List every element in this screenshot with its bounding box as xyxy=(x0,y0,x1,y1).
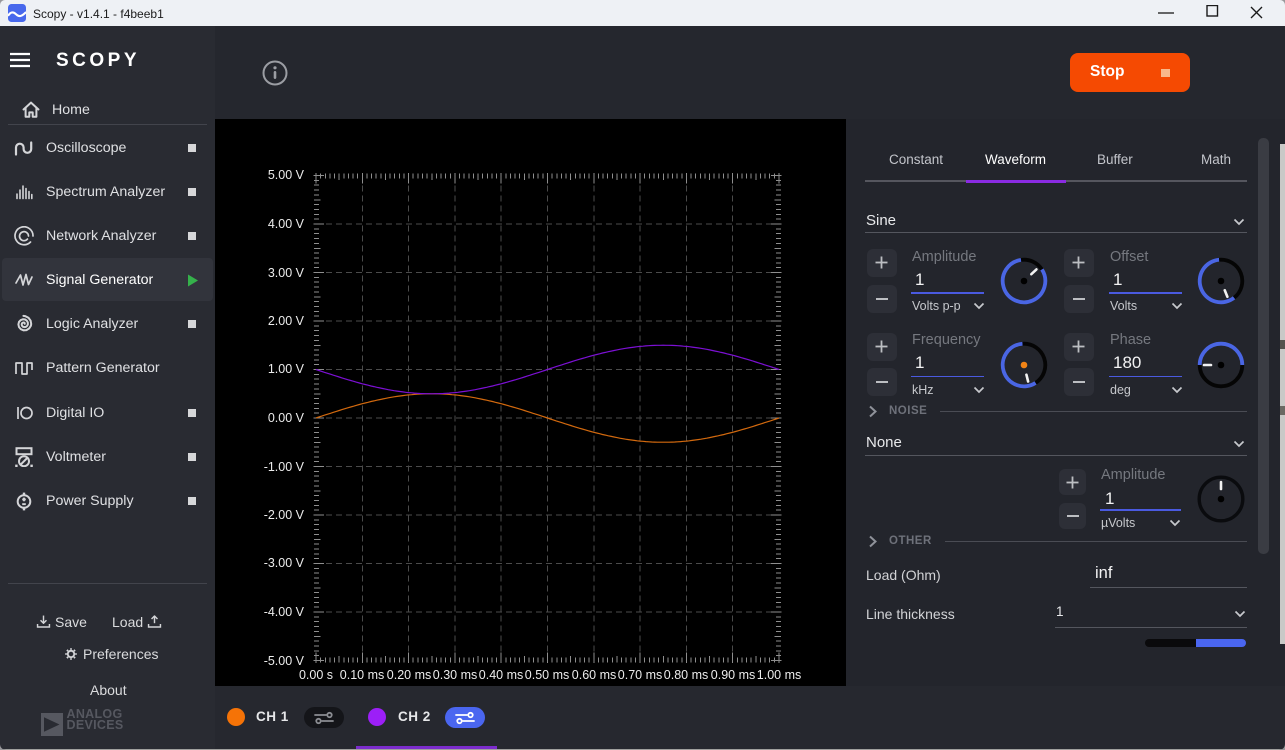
svg-text:5.00 V: 5.00 V xyxy=(268,168,305,182)
svg-text:3.00 V: 3.00 V xyxy=(268,266,305,280)
svg-text:0.00 s: 0.00 s xyxy=(299,668,333,682)
svg-text:1.00 ms: 1.00 ms xyxy=(757,668,801,682)
svg-text:-3.00 V: -3.00 V xyxy=(264,556,305,570)
svg-text:0.70 ms: 0.70 ms xyxy=(618,668,662,682)
svg-text:0.60 ms: 0.60 ms xyxy=(572,668,616,682)
svg-text:-1.00 V: -1.00 V xyxy=(264,460,305,474)
svg-text:-4.00 V: -4.00 V xyxy=(264,605,305,619)
svg-text:0.90 ms: 0.90 ms xyxy=(711,668,755,682)
svg-text:4.00 V: 4.00 V xyxy=(268,217,305,231)
svg-text:0.40 ms: 0.40 ms xyxy=(479,668,523,682)
svg-text:0.00 V: 0.00 V xyxy=(268,411,305,425)
svg-text:1.00 V: 1.00 V xyxy=(268,362,305,376)
svg-text:0.10 ms: 0.10 ms xyxy=(340,668,384,682)
svg-text:0.30 ms: 0.30 ms xyxy=(433,668,477,682)
svg-text:0.80 ms: 0.80 ms xyxy=(664,668,708,682)
svg-text:-2.00 V: -2.00 V xyxy=(264,508,305,522)
svg-text:2.00 V: 2.00 V xyxy=(268,314,305,328)
svg-text:0.20 ms: 0.20 ms xyxy=(387,668,431,682)
svg-text:0.50 ms: 0.50 ms xyxy=(525,668,569,682)
svg-text:-5.00 V: -5.00 V xyxy=(264,654,305,668)
